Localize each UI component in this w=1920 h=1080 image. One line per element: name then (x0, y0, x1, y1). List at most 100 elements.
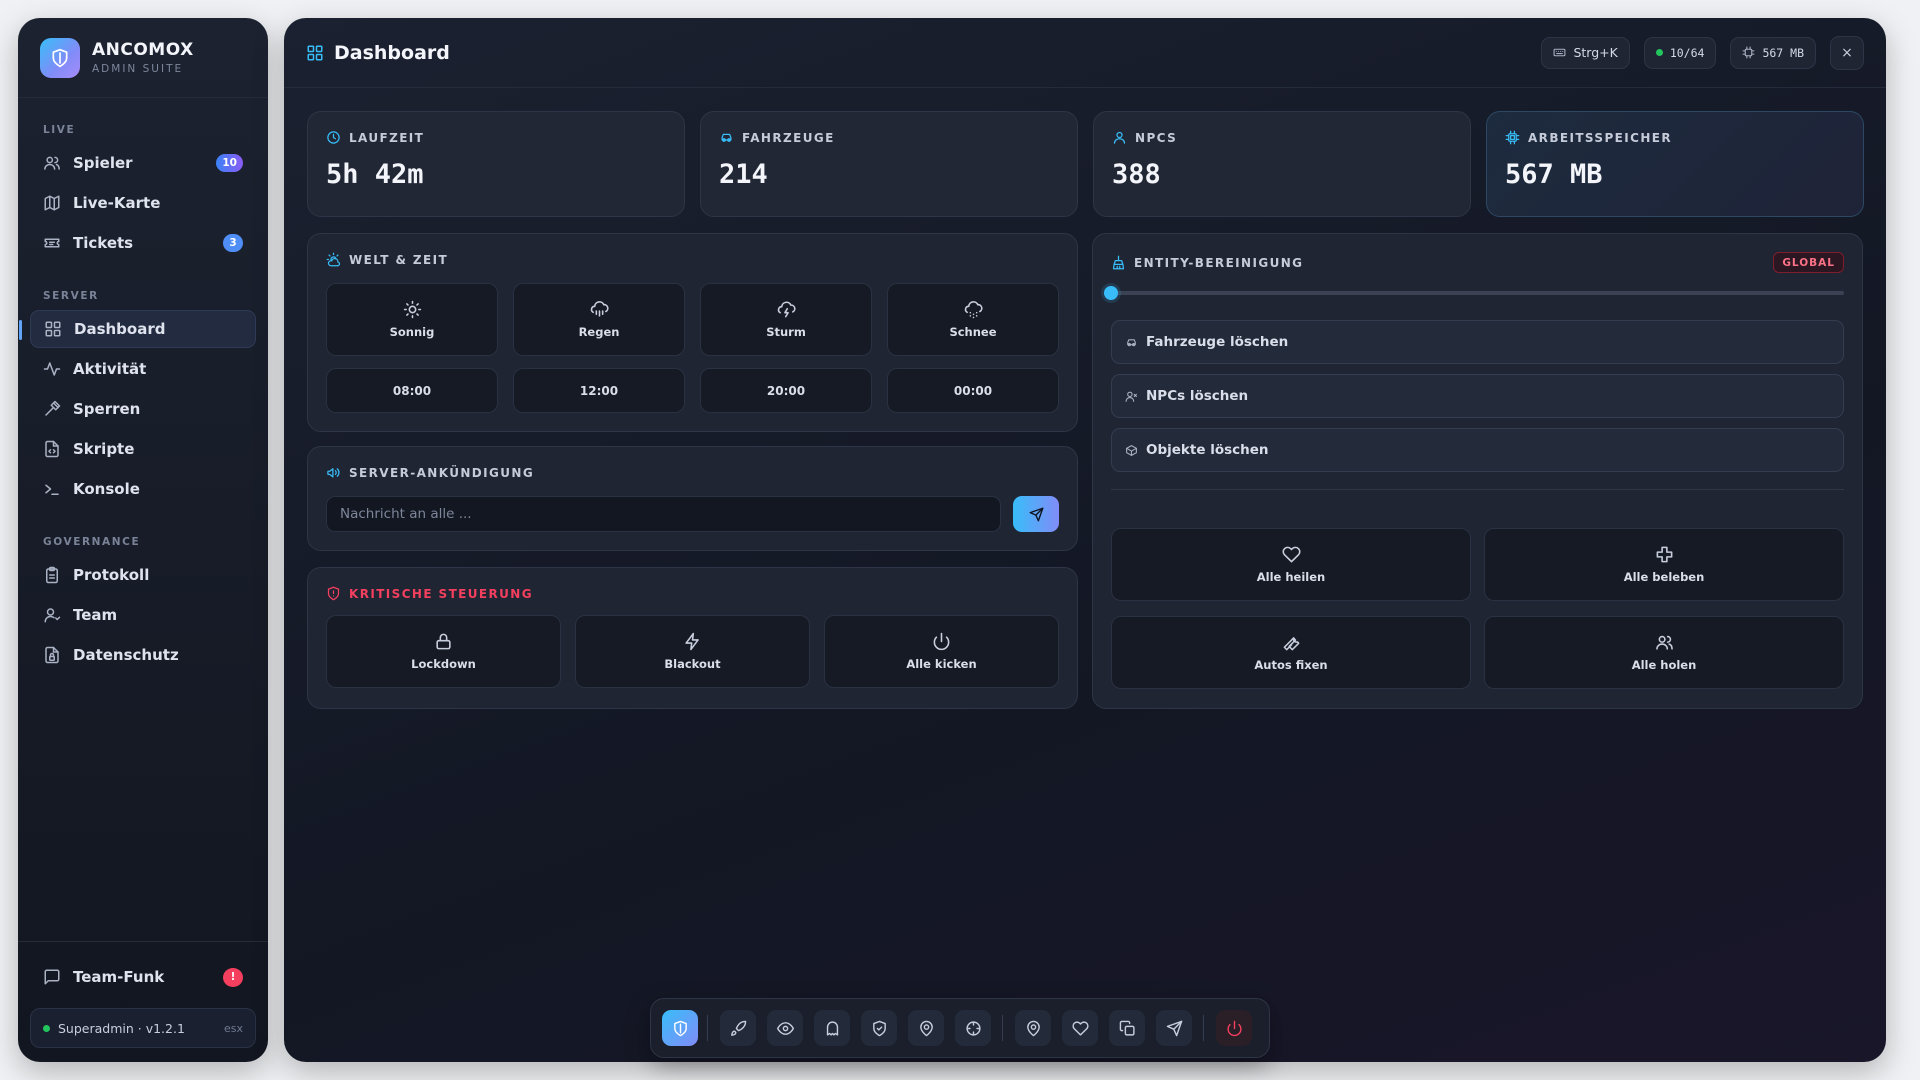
cloud-snow-icon (964, 301, 983, 319)
divider (1111, 489, 1844, 490)
dock-ghost-button[interactable] (814, 1010, 850, 1046)
sidebar-item-label: Spieler (73, 154, 133, 172)
sidebar-item-tickets[interactable]: Tickets 3 (30, 224, 256, 262)
button-label: Alle heilen (1256, 570, 1326, 584)
sidebar: ANCOMOX ADMIN SUITE LIVE Spieler 10 Live… (18, 18, 268, 1062)
dock-waypoint-button[interactable] (1015, 1010, 1051, 1046)
time-0000-button[interactable]: 00:00 (887, 368, 1059, 413)
panel-title-row: SERVER-ANKÜNDIGUNG (326, 465, 1059, 480)
panel-title-row: WELT & ZEIT (326, 252, 1059, 267)
terminal-icon (45, 484, 59, 495)
sidebar-item-skripte[interactable]: Skripte (30, 430, 256, 468)
button-label: Sturm (766, 325, 806, 339)
clock-icon (327, 131, 340, 144)
dock-copy-button[interactable] (1109, 1010, 1145, 1046)
dock-separator (1002, 1015, 1003, 1041)
user-icon (44, 608, 61, 623)
lock-icon (436, 633, 451, 650)
sidebar-item-team-funk[interactable]: Team-Funk ! (30, 958, 256, 996)
section-server: SERVER (43, 290, 99, 302)
time-1200-button[interactable]: 12:00 (513, 368, 685, 413)
power-icon (933, 632, 950, 651)
user-status[interactable]: Superadmin · v1.2.1 esx (30, 1008, 256, 1048)
sidebar-item-label: Dashboard (74, 320, 166, 338)
stat-label: NPCS (1135, 130, 1178, 145)
weather-sonnig-button[interactable]: Sonnig (326, 283, 498, 356)
gavel-icon (45, 400, 61, 416)
dock-shield-check-button[interactable] (861, 1010, 897, 1046)
shield-check-icon (872, 1020, 886, 1036)
heal-all-button[interactable]: Alle heilen (1111, 528, 1471, 601)
car-icon (721, 133, 732, 142)
panel-title: KRITISCHE STEUERUNG (349, 586, 533, 601)
user-x-icon (1125, 391, 1137, 402)
button-label: Regen (578, 325, 620, 339)
panel-title: ENTITY-BEREINIGUNG (1134, 255, 1304, 270)
sidebar-item-label: Tickets (73, 234, 134, 252)
kick-all-button[interactable]: Alle kicken (824, 615, 1059, 688)
time-2000-button[interactable]: 20:00 (700, 368, 872, 413)
dock-eye-button[interactable] (767, 1010, 803, 1046)
sidebar-item-label: Protokoll (73, 566, 150, 584)
weather-schnee-button[interactable]: Schnee (887, 283, 1059, 356)
weather-sturm-button[interactable]: Sturm (700, 283, 872, 356)
dock-navigation-button[interactable] (1156, 1010, 1192, 1046)
command-palette-button[interactable]: Strg+K (1541, 36, 1630, 69)
cloud-lightning-icon (777, 301, 796, 318)
sidebar-item-team[interactable]: Team (30, 596, 256, 634)
player-count: 10/64 (1669, 45, 1705, 60)
send-announcement-button[interactable] (1013, 496, 1059, 532)
section-governance: GOVERNANCE (43, 536, 141, 548)
sidebar-item-sperren[interactable]: Sperren (30, 390, 256, 428)
delete-npcs-button[interactable]: NPCs löschen (1111, 374, 1844, 418)
dock-power-button[interactable] (1216, 1010, 1252, 1046)
close-icon: × (1841, 44, 1853, 61)
sidebar-item-label: Aktivität (73, 360, 147, 378)
button-label: NPCs löschen (1146, 388, 1249, 404)
revive-all-button[interactable]: Alle beleben (1484, 528, 1844, 601)
sidebar-item-spieler[interactable]: Spieler 10 (30, 144, 256, 182)
stat-label: LAUFZEIT (349, 130, 425, 145)
dock-crosshair-button[interactable] (955, 1010, 991, 1046)
entity-cleanup-panel: ENTITY-BEREINIGUNG GLOBAL Fahrzeuge lösc… (1092, 233, 1863, 709)
memory-pill: 567 MB (1730, 36, 1816, 69)
critical-control-panel: KRITISCHE STEUERUNG Lockdown Blackout Al… (307, 567, 1078, 709)
dock-map-pin-button[interactable] (908, 1010, 944, 1046)
sidebar-item-live-karte[interactable]: Live-Karte (30, 184, 256, 222)
sidebar-item-protokoll[interactable]: Protokoll (30, 556, 256, 594)
fix-cars-button[interactable]: Autos fixen (1111, 616, 1471, 689)
dock-heal-button[interactable] (1062, 1010, 1098, 1046)
clipboard-icon (46, 566, 58, 584)
stat-card-laufzeit: LAUFZEIT 5h 42m (307, 111, 685, 217)
weather-regen-button[interactable]: Regen (513, 283, 685, 356)
time-0800-button[interactable]: 08:00 (326, 368, 498, 413)
cpu-icon (1742, 46, 1755, 59)
bring-all-button[interactable]: Alle holen (1484, 616, 1844, 689)
announcement-input[interactable] (326, 496, 1001, 532)
dock-separator (707, 1015, 708, 1041)
delete-objects-button[interactable]: Objekte löschen (1111, 428, 1844, 472)
button-label: Alle beleben (1623, 570, 1705, 584)
delete-vehicles-button[interactable]: Fahrzeuge löschen (1111, 320, 1844, 364)
keyboard-icon (1553, 48, 1566, 57)
shortcut-label: Strg+K (1573, 45, 1618, 60)
stat-card-fahrzeuge: FAHRZEUGE 214 (700, 111, 1078, 217)
cpu-icon (1505, 130, 1520, 145)
sidebar-item-dashboard[interactable]: Dashboard (19, 310, 256, 348)
cleanup-radius-slider[interactable] (1104, 286, 1844, 300)
sidebar-item-label: Konsole (73, 480, 140, 498)
zap-icon (685, 632, 699, 651)
dock-rocket-button[interactable] (720, 1010, 756, 1046)
app-subtitle: ADMIN SUITE (92, 63, 184, 75)
blackout-button[interactable]: Blackout (575, 615, 810, 688)
lockdown-button[interactable]: Lockdown (326, 615, 561, 688)
close-button[interactable]: × (1830, 35, 1864, 70)
online-indicator (43, 1024, 50, 1032)
dock-shield-button[interactable] (662, 1010, 698, 1046)
sidebar-item-datenschutz[interactable]: Datenschutz (30, 636, 256, 674)
stat-card-npcs: NPCS 388 (1093, 111, 1471, 217)
slider-handle[interactable] (1104, 286, 1118, 300)
sidebar-item-konsole[interactable]: Konsole (30, 470, 256, 508)
sidebar-item-aktivitaet[interactable]: Aktivität (30, 350, 256, 388)
button-label: Fahrzeuge löschen (1146, 334, 1289, 350)
